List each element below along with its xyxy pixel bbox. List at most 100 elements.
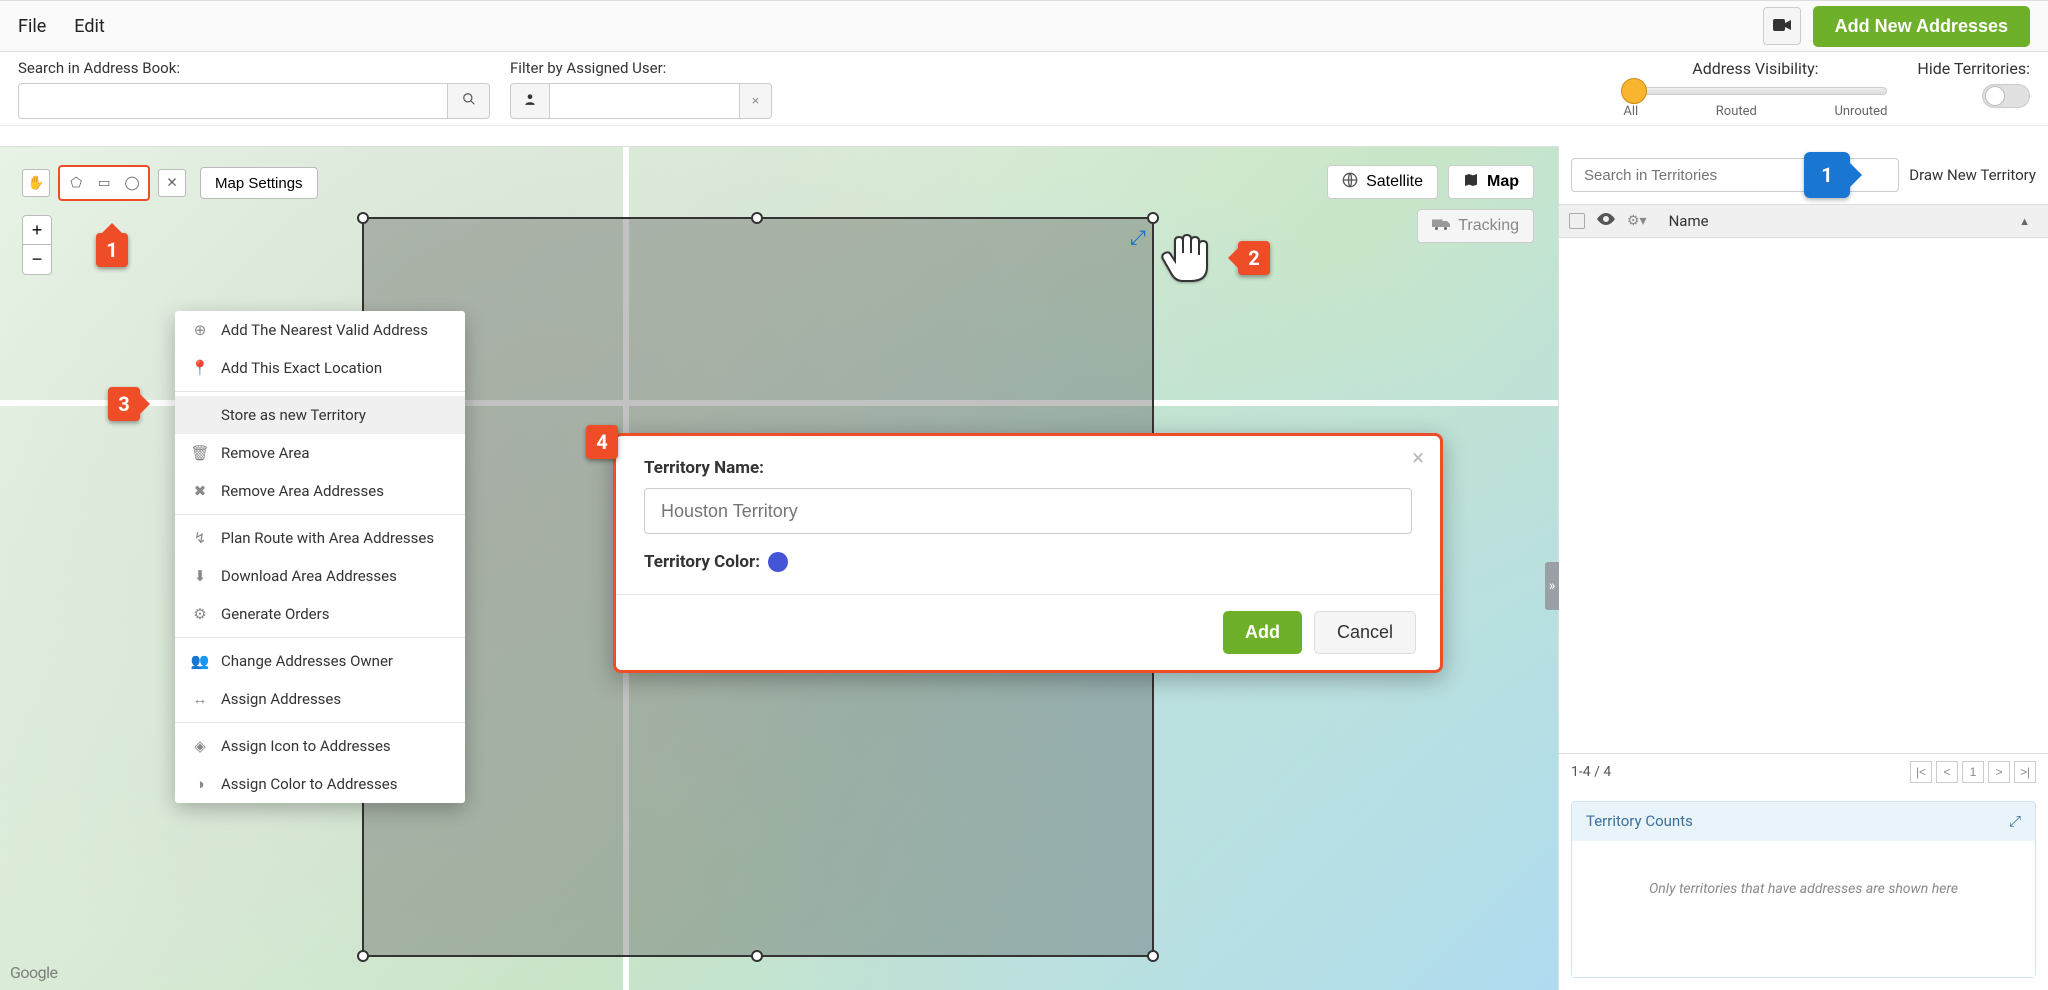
resize-handle-br[interactable]: [1147, 950, 1159, 962]
name-column-header[interactable]: Name ▲: [1669, 212, 2038, 230]
ctx-store-territory[interactable]: Store as new Territory: [175, 396, 465, 434]
ctx-plan-route[interactable]: ↯ Plan Route with Area Addresses: [175, 519, 465, 557]
pager-first[interactable]: |<: [1910, 761, 1932, 783]
ctx-remove-area-label: Remove Area: [221, 444, 309, 462]
app-root: File Edit Add New Addresses Search in Ad…: [0, 0, 2048, 990]
ctx-download-addresses[interactable]: ⬇ Download Area Addresses: [175, 557, 465, 595]
pager-prev[interactable]: <: [1936, 761, 1958, 783]
modal-add-button[interactable]: Add: [1223, 611, 1302, 654]
territory-color-swatch[interactable]: [768, 552, 788, 572]
expand-icon[interactable]: ⤢: [1130, 225, 1146, 249]
ctx-assign-addresses[interactable]: ↔Assign Addresses: [175, 680, 465, 718]
expand-panel-icon[interactable]: ⤢: [2009, 812, 2021, 830]
ctx-change-owner-label: Change Addresses Owner: [221, 652, 393, 670]
visibility-slider-knob[interactable]: [1621, 78, 1647, 104]
tracking-button[interactable]: Tracking: [1417, 209, 1534, 243]
ctx-assign-color[interactable]: ◑Assign Color to Addresses: [175, 765, 465, 803]
resize-handle-bl[interactable]: [357, 950, 369, 962]
map-tools-left: ✋ ⬠ ▭ ◯ ✕ Map Settings: [22, 165, 318, 201]
satellite-label: Satellite: [1366, 173, 1423, 191]
territory-counts-empty: Only territories that have addresses are…: [1572, 840, 2035, 977]
user-filter-button[interactable]: [510, 83, 550, 119]
draw-tool-group: ⬠ ▭ ◯: [58, 165, 150, 201]
resize-handle-tl[interactable]: [357, 212, 369, 224]
visibility-slider[interactable]: [1623, 84, 1887, 98]
gear-icon: ⚙: [191, 605, 209, 623]
search-button[interactable]: [448, 83, 490, 119]
map-settings-button[interactable]: Map Settings: [200, 167, 318, 199]
pager-last[interactable]: >|: [2014, 761, 2036, 783]
ctx-remove-area-addresses[interactable]: ✖Remove Area Addresses: [175, 472, 465, 510]
rectangle-tool[interactable]: ▭: [90, 169, 118, 197]
zoom-out-button[interactable]: −: [22, 245, 52, 275]
ctx-generate-orders-label: Generate Orders: [221, 605, 329, 623]
add-new-addresses-button[interactable]: Add New Addresses: [1813, 6, 2030, 47]
map-canvas[interactable]: ✋ ⬠ ▭ ◯ ✕ Map Settings + − Sat: [0, 146, 1558, 990]
vis-all: All: [1623, 104, 1638, 119]
edit-menu[interactable]: Edit: [74, 16, 104, 37]
callout-2: 2: [1238, 241, 1270, 275]
main: ✋ ⬠ ▭ ◯ ✕ Map Settings + − Sat: [0, 146, 2048, 990]
visibility-label: Address Visibility:: [1692, 59, 1818, 78]
clear-filter-button[interactable]: ×: [740, 83, 772, 119]
ctx-add-nearest-label: Add The Nearest Valid Address: [221, 321, 428, 339]
owner-icon: 👥: [191, 652, 209, 670]
google-logo: Google: [10, 963, 58, 982]
settings-column[interactable]: ⚙▾: [1627, 213, 1657, 229]
cursor-graphic: [1155, 229, 1215, 293]
ctx-generate-orders[interactable]: ⚙ Generate Orders: [175, 595, 465, 633]
address-book-search-input[interactable]: [18, 83, 448, 119]
resize-handle-tm[interactable]: [751, 212, 763, 224]
search-label: Search in Address Book:: [18, 59, 490, 77]
ctx-add-exact-label: Add This Exact Location: [221, 359, 382, 377]
eye-icon[interactable]: [1597, 213, 1615, 229]
route-icon: ↯: [191, 529, 209, 547]
pager: 1-4 / 4 |< < 1 > >|: [1559, 753, 2048, 789]
modal-cancel-button[interactable]: Cancel: [1314, 611, 1416, 654]
remove-icon: 🗑: [191, 444, 209, 462]
ctx-remove-area[interactable]: 🗑 Remove Area: [175, 434, 465, 472]
user-icon: [523, 92, 537, 109]
truck-icon: [1432, 217, 1450, 236]
delete-shape-tool[interactable]: ✕: [158, 169, 186, 197]
ctx-add-nearest[interactable]: ⊕Add The Nearest Valid Address: [175, 311, 465, 349]
pager-next[interactable]: >: [1988, 761, 2010, 783]
ctx-add-exact[interactable]: 📍 Add This Exact Location: [175, 349, 465, 387]
territory-name-input[interactable]: [644, 488, 1412, 534]
callout-1: 1: [96, 233, 128, 267]
secondbar: Search in Address Book: Filter by Assign…: [0, 52, 2048, 126]
zoom-in-button[interactable]: +: [22, 215, 52, 245]
resize-handle-tr[interactable]: [1147, 212, 1159, 224]
video-button[interactable]: [1763, 7, 1801, 45]
map-button[interactable]: Map: [1448, 165, 1534, 199]
ctx-download-label: Download Area Addresses: [221, 567, 397, 585]
satellite-button[interactable]: Satellite: [1327, 165, 1438, 199]
territory-color-label: Territory Color:: [644, 552, 760, 572]
assigned-user-filter-input[interactable]: [550, 83, 740, 119]
callout-3: 3: [108, 387, 140, 421]
filter-label: Filter by Assigned User:: [510, 59, 772, 77]
ctx-assign-icon[interactable]: ◈Assign Icon to Addresses: [175, 727, 465, 765]
ctx-plan-route-label: Plan Route with Area Addresses: [221, 529, 434, 547]
ctx-change-owner[interactable]: 👥 Change Addresses Owner: [175, 642, 465, 680]
file-menu[interactable]: File: [18, 16, 46, 37]
modal-close-button[interactable]: ×: [1412, 446, 1424, 471]
draw-new-territory-link[interactable]: Draw New Territory: [1909, 166, 2036, 184]
select-all-checkbox[interactable]: [1569, 213, 1585, 229]
circle-tool[interactable]: ◯: [118, 169, 146, 197]
ctx-assign-color-label: Assign Color to Addresses: [221, 775, 397, 793]
pin-icon: 📍: [191, 359, 209, 377]
map-icon: [1463, 172, 1479, 193]
resize-handle-bm[interactable]: [751, 950, 763, 962]
polygon-tool[interactable]: ⬠: [62, 169, 90, 197]
territory-modal: × Territory Name: Territory Color: Add C…: [613, 433, 1443, 673]
hand-icon: ✋: [28, 175, 45, 191]
territory-grid-header: ⚙▾ Name ▲: [1559, 204, 2048, 238]
pager-current[interactable]: 1: [1962, 761, 1984, 783]
sidebar-collapse-toggle[interactable]: »: [1545, 562, 1559, 610]
context-menu: ⊕Add The Nearest Valid Address 📍 Add This…: [175, 311, 465, 803]
download-icon: ⬇: [191, 567, 209, 585]
hide-territories-toggle[interactable]: [1982, 84, 2030, 108]
assign-icon: ↔: [191, 690, 209, 708]
pan-tool[interactable]: ✋: [22, 169, 50, 197]
